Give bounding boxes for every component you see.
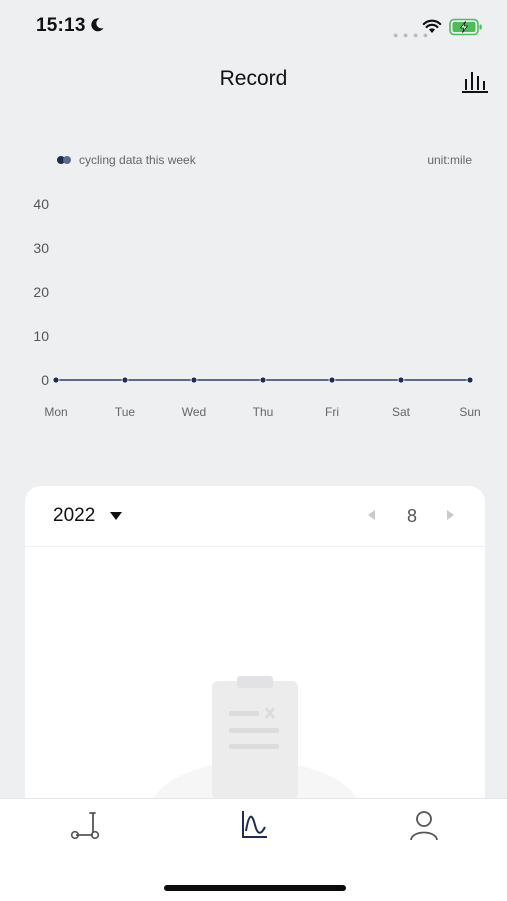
calendar-header: 2022 8 xyxy=(25,486,485,547)
battery-charging-icon xyxy=(449,18,482,36)
data-point xyxy=(52,376,60,384)
x-tick-label: Wed xyxy=(182,405,206,419)
status-time: 15:13 xyxy=(36,15,86,36)
next-month-button[interactable] xyxy=(447,510,454,520)
wifi-icon xyxy=(422,19,442,33)
x-tick-label: Fri xyxy=(325,405,339,419)
x-tick-label: Tue xyxy=(115,405,136,419)
x-tick-label: Sat xyxy=(392,405,411,419)
x-tick-label: Mon xyxy=(44,405,67,419)
bar-chart-icon[interactable] xyxy=(461,68,489,94)
moon-icon xyxy=(91,18,104,32)
calendar-card: 2022 8 xyxy=(25,486,485,821)
user-icon[interactable] xyxy=(404,807,444,843)
data-point xyxy=(397,376,405,384)
y-tick-label: 0 xyxy=(41,372,49,388)
data-point xyxy=(328,376,336,384)
y-tick-label: 40 xyxy=(33,196,49,212)
home-indicator xyxy=(164,885,346,891)
tab-bar xyxy=(0,798,507,901)
y-tick-label: 20 xyxy=(33,284,49,300)
status-bar: 15:13 ● ● ● ● xyxy=(0,0,507,56)
legend-label: cycling data this week xyxy=(79,153,196,167)
caret-down-icon[interactable] xyxy=(110,512,122,520)
data-point xyxy=(466,376,474,384)
year-selector[interactable]: 2022 xyxy=(53,505,95,527)
unit-label: unit:mile xyxy=(427,153,472,167)
y-tick-label: 30 xyxy=(33,240,49,256)
previous-month-button[interactable] xyxy=(368,510,375,520)
data-point xyxy=(259,376,267,384)
month-value: 8 xyxy=(406,506,417,526)
x-tick-label: Sun xyxy=(459,405,480,419)
scooter-icon[interactable] xyxy=(66,807,106,843)
x-tick-label: Thu xyxy=(253,405,274,419)
page-title: Record xyxy=(219,67,288,90)
legend-marker-icon xyxy=(57,156,71,164)
data-point xyxy=(121,376,129,384)
weekly-cycling-chart: 0 10 20 30 40 Mon Tue Wed Thu Fri Sat Sun xyxy=(33,196,480,419)
data-point xyxy=(190,376,198,384)
y-tick-label: 10 xyxy=(33,328,49,344)
chart-line-icon[interactable] xyxy=(234,807,274,843)
